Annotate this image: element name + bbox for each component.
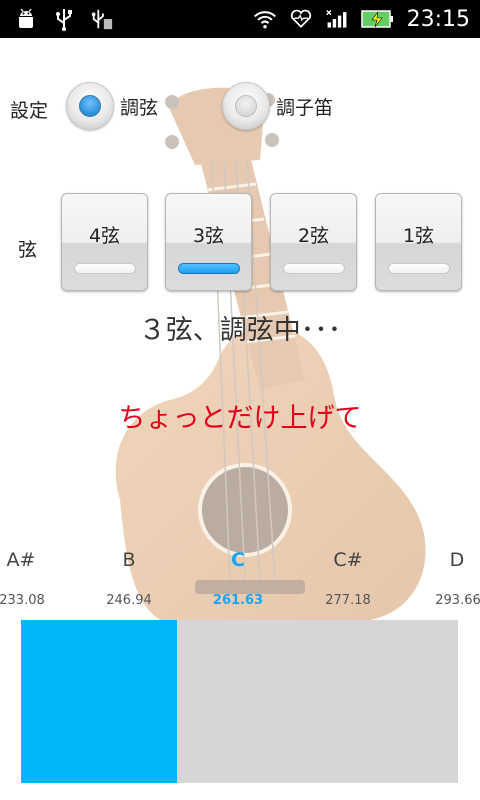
radio-selected-dot [79, 95, 101, 117]
note-name: A# [6, 549, 36, 571]
toggle-indicator [74, 263, 136, 274]
android-debug-icon [14, 7, 38, 31]
note-name: D [449, 549, 465, 571]
clock: 23:15 [406, 6, 470, 32]
note-frequency: 293.66 [435, 593, 480, 608]
status-bar: 23:15 [0, 0, 480, 38]
string-2-label: 2弦 [297, 225, 330, 247]
ukulele-background-image [115, 87, 426, 620]
note-name: B [122, 549, 136, 571]
wifi-icon [253, 7, 277, 31]
tuning-meter [21, 620, 458, 783]
string-4-toggle[interactable]: 4弦 [61, 193, 148, 291]
toggle-indicator [388, 263, 450, 274]
settings-label: 設定 [10, 100, 49, 122]
radio-tuning-label: 調弦 [120, 96, 159, 119]
radio-button-icon[interactable] [66, 82, 114, 130]
radio-pitch-pipe[interactable]: 調子笛 [222, 82, 333, 130]
radio-pitch-pipe-label: 調子笛 [276, 96, 334, 119]
radio-tuning[interactable]: 調弦 [66, 82, 158, 130]
tuning-status-text: ３弦、調弦中･･･ [138, 315, 342, 346]
note-name-current: C [231, 549, 245, 571]
battery-charging-icon [360, 7, 395, 31]
string-label: 弦 [18, 239, 38, 261]
note-name: C# [333, 549, 363, 571]
string-4-label: 4弦 [88, 225, 121, 247]
usb-icon [52, 7, 76, 31]
tuning-instruction-text: ちょっとだけ上げて [118, 403, 362, 434]
radio-unselected-dot [235, 95, 257, 117]
note-frequency: 246.94 [106, 593, 152, 608]
string-3-toggle[interactable]: 3弦 [165, 193, 252, 291]
tuning-meter-fill [21, 620, 177, 783]
radio-button-icon[interactable] [222, 82, 270, 130]
string-3-label: 3弦 [192, 225, 225, 247]
heart-monitor-icon [289, 7, 313, 31]
signal-icon [325, 7, 349, 31]
note-frequency-current: 261.63 [212, 593, 264, 608]
toggle-indicator [283, 263, 345, 274]
toggle-indicator-active [178, 263, 240, 274]
note-frequency: 233.08 [0, 593, 45, 608]
usb-storage-icon [90, 7, 114, 31]
string-1-label: 1弦 [402, 225, 435, 247]
string-2-toggle[interactable]: 2弦 [270, 193, 357, 291]
string-1-toggle[interactable]: 1弦 [375, 193, 462, 291]
note-frequency: 277.18 [325, 593, 371, 608]
